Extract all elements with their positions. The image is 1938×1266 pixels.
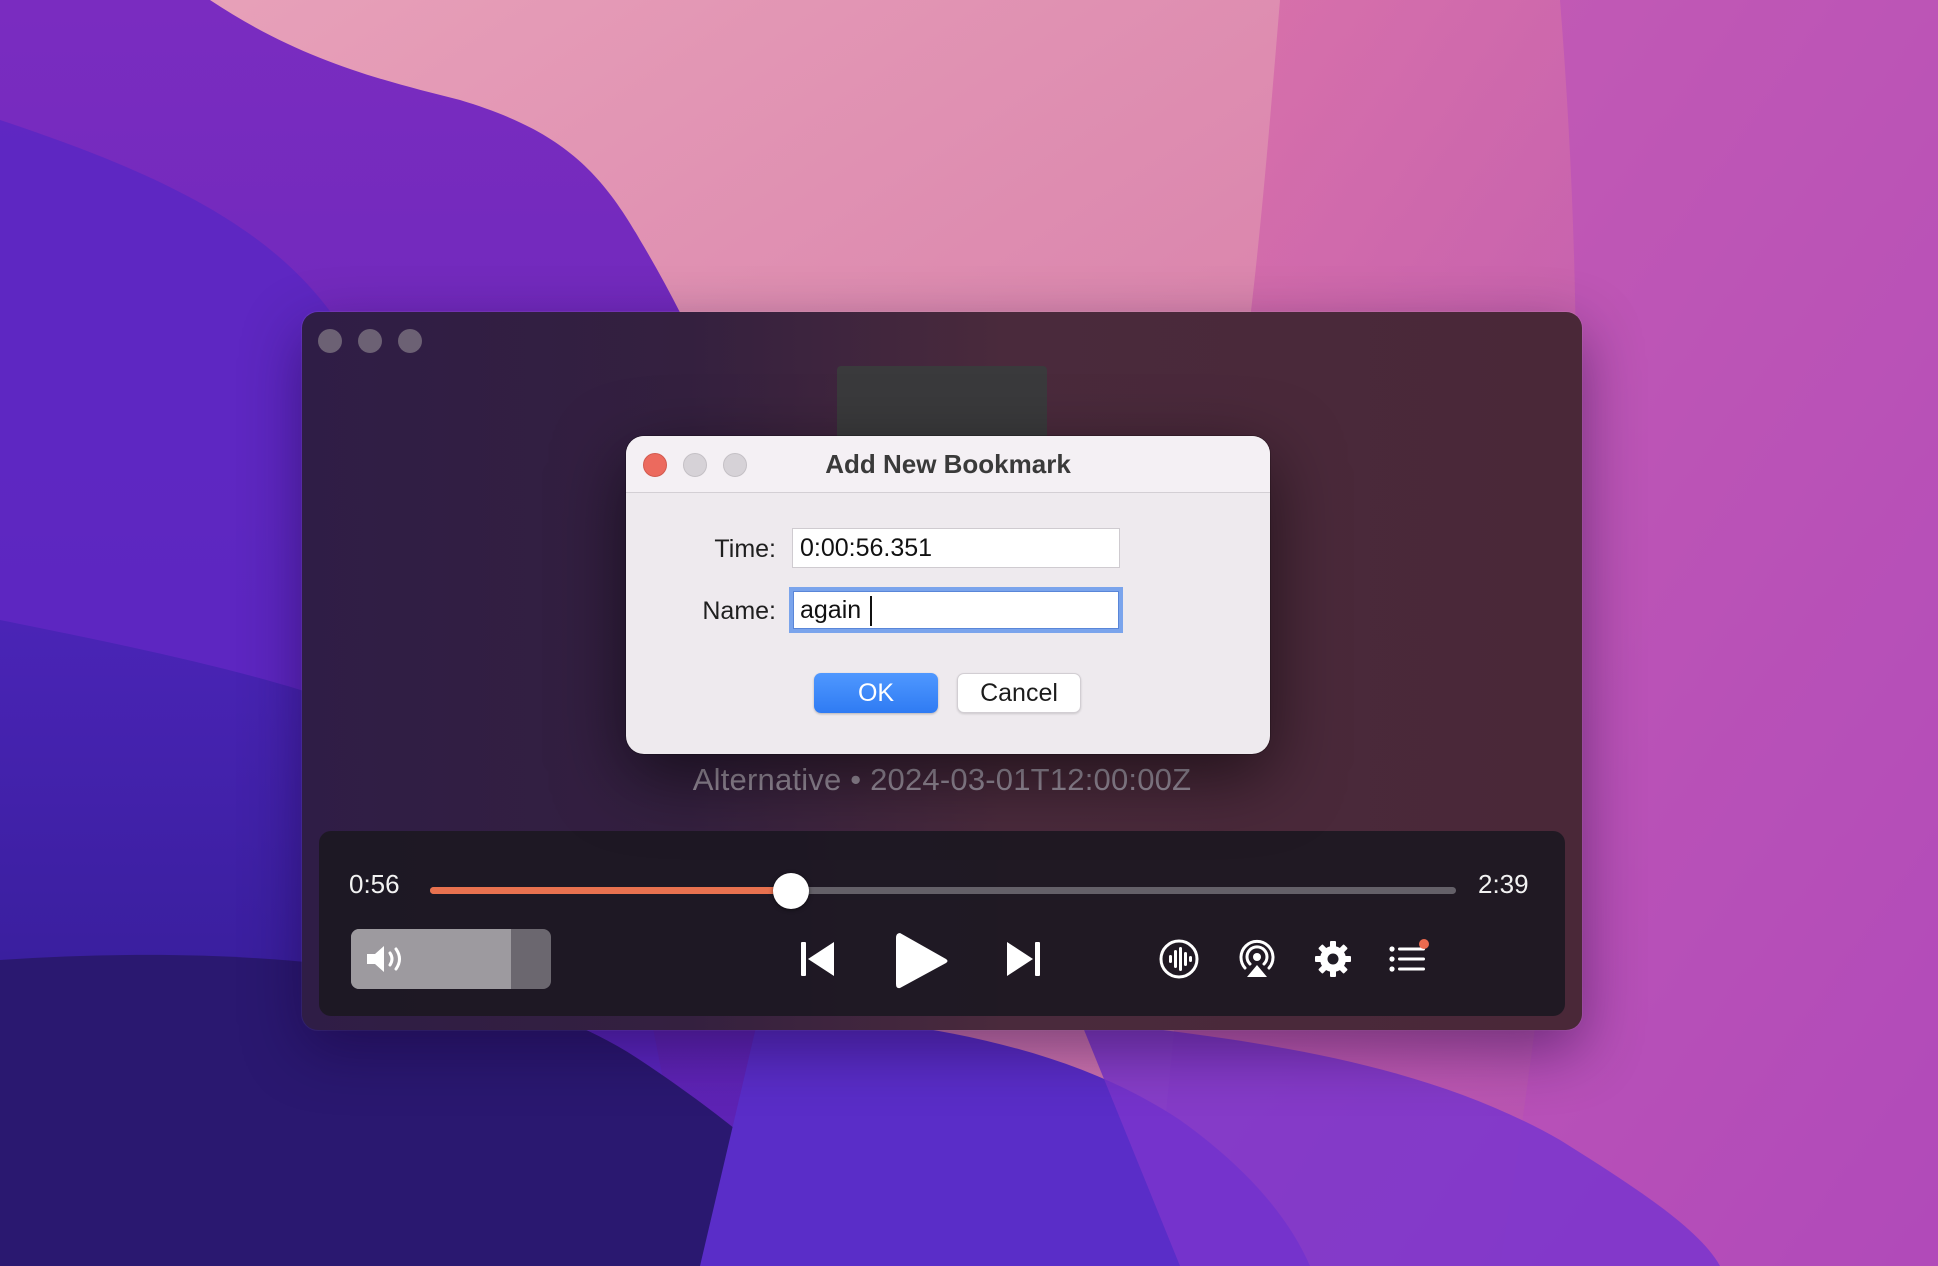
- airplay-icon: [1239, 939, 1275, 977]
- play-button[interactable]: [889, 929, 953, 993]
- play-icon: [896, 933, 948, 989]
- gear-icon: [1315, 941, 1351, 977]
- dialog-title: Add New Bookmark: [825, 449, 1071, 479]
- waveform-icon: [1159, 939, 1199, 979]
- playlist-button[interactable]: [1385, 935, 1433, 983]
- track-subtitle: Alternative • 2024-03-01T12:00:00Z: [692, 762, 1192, 797]
- volume-slider[interactable]: [351, 929, 551, 989]
- current-time: 0:56: [349, 869, 400, 899]
- time-field[interactable]: [792, 528, 1120, 568]
- ok-button[interactable]: OK: [814, 673, 938, 713]
- name-field[interactable]: [789, 587, 1123, 633]
- desktop: Alternative • 2024-03-01T12:00:00Z 0:56 …: [0, 0, 1938, 1266]
- airplay-button[interactable]: [1233, 935, 1281, 983]
- window-zoom-button[interactable]: [398, 329, 422, 353]
- seek-bar[interactable]: [430, 887, 1456, 894]
- window-minimize-button[interactable]: [358, 329, 382, 353]
- seek-knob[interactable]: [773, 873, 810, 909]
- name-label: Name:: [702, 597, 776, 625]
- text-cursor: [870, 596, 872, 626]
- time-label: Time:: [714, 535, 776, 563]
- total-time: 2:39: [1478, 869, 1529, 899]
- skip-previous-icon: [801, 942, 834, 976]
- dialog-titlebar: Add New Bookmark: [626, 436, 1270, 493]
- skip-next-icon: [1007, 942, 1040, 976]
- audio-visualizer-button[interactable]: [1155, 935, 1203, 983]
- add-bookmark-dialog: Add New Bookmark Time: Name: OK Cancel: [626, 436, 1270, 754]
- previous-track-button[interactable]: [794, 935, 842, 983]
- playlist-icon: [1389, 939, 1429, 972]
- cancel-button[interactable]: Cancel: [957, 673, 1081, 713]
- speaker-icon: [367, 946, 401, 972]
- next-track-button[interactable]: [999, 935, 1047, 983]
- notification-dot: [1419, 939, 1429, 949]
- settings-button[interactable]: [1309, 935, 1357, 983]
- playback-control-bar: 0:56 2:39: [319, 831, 1565, 1016]
- window-close-button[interactable]: [318, 329, 342, 353]
- seek-bar-progress: [430, 887, 792, 894]
